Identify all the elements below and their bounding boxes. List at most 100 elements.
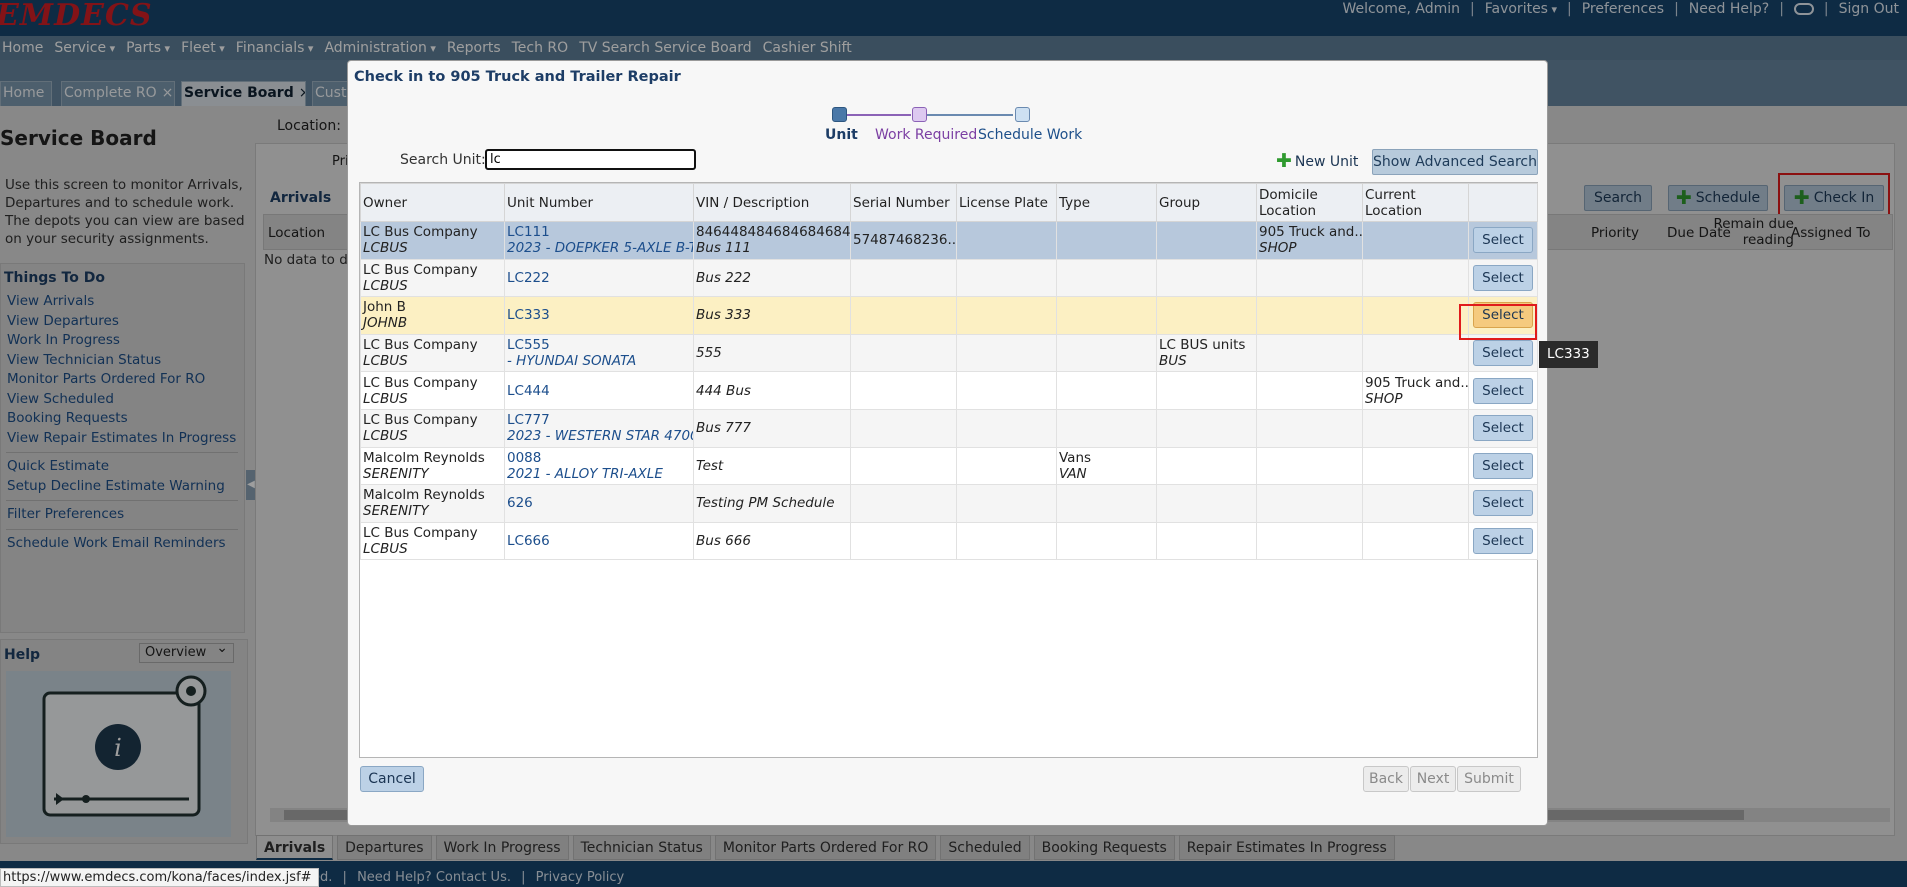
owner-name: LC Bus Company xyxy=(363,337,478,354)
vehicle-description: Test xyxy=(696,457,724,474)
select-button[interactable]: Select xyxy=(1473,227,1533,254)
table-row[interactable]: LC Bus Company LCBUS LC222 Bus 222 Select xyxy=(360,258,1538,298)
search-unit-label: Search Unit: xyxy=(400,152,486,168)
status-bar-url: https://www.emdecs.com/kona/faces/index.… xyxy=(0,868,319,887)
owner-code: LCBUS xyxy=(363,541,408,558)
unit-description: 2023 - WESTERN STAR 4700 xyxy=(507,428,694,445)
back-button[interactable]: Back xyxy=(1363,766,1409,792)
select-button[interactable]: Select xyxy=(1473,264,1533,291)
owner-name: Malcolm Reynolds xyxy=(363,449,485,466)
col-domicile-location[interactable]: Domicile Location xyxy=(1256,183,1363,222)
unit-number-link[interactable]: 626 xyxy=(507,495,691,511)
vehicle-description: Bus 777 xyxy=(696,420,751,437)
table-row[interactable]: Malcolm Reynolds SERENITY 0088 2021 - ALLOY… xyxy=(360,446,1538,486)
vehicle-description: Bus 222 xyxy=(696,269,751,286)
unit-number-link[interactable]: LC777 xyxy=(507,412,691,428)
new-unit-button[interactable]: ✚ New Unit xyxy=(1276,152,1358,171)
select-button[interactable]: Select xyxy=(1473,490,1533,517)
owner-code: LCBUS xyxy=(363,240,408,257)
col-unit-number[interactable]: Unit Number xyxy=(504,183,694,222)
unit-tooltip: LC333 xyxy=(1539,341,1598,368)
unit-number-link[interactable]: LC444 xyxy=(507,383,691,399)
owner-code: LCBUS xyxy=(363,428,408,445)
table-row[interactable]: Malcolm Reynolds SERENITY 626 Testing PM Sc… xyxy=(360,484,1538,523)
step-unit-marker xyxy=(832,107,847,122)
step-work-required-marker xyxy=(912,107,927,122)
col-serial-number[interactable]: Serial Number xyxy=(850,183,957,222)
vehicle-description: Bus 111 xyxy=(696,240,751,257)
table-row[interactable]: LC Bus Company LCBUS LC555 - HYUNDAI SONAT… xyxy=(360,333,1538,373)
unit-description: - HYUNDAI SONATA xyxy=(507,353,637,370)
select-button[interactable]: Select xyxy=(1473,415,1533,442)
select-button[interactable]: Select xyxy=(1473,377,1533,404)
owner-code: JOHNB xyxy=(363,315,408,332)
step-schedule-work-marker xyxy=(1015,107,1030,122)
search-unit-input[interactable] xyxy=(485,149,696,170)
owner-name: John B xyxy=(363,299,406,316)
vin: 8464484846846846844T xyxy=(696,224,851,241)
select-button[interactable]: Select xyxy=(1473,340,1533,367)
step-unit: Unit xyxy=(825,127,858,143)
col-license-plate[interactable]: License Plate xyxy=(956,183,1057,222)
select-button-highlight xyxy=(1459,304,1537,340)
table-row[interactable]: LC Bus Company LCBUS LC444 444 Bus 905 Truck… xyxy=(360,371,1538,410)
col-current-location[interactable]: Current Location xyxy=(1362,183,1469,222)
wizard-steps: Unit Work Required Schedule Work xyxy=(825,105,1082,145)
unit-group-code: BUS xyxy=(1159,353,1187,370)
vehicle-description: 555 xyxy=(696,345,722,362)
submit-button[interactable]: Submit xyxy=(1457,766,1521,792)
unit-number-link[interactable]: LC111 xyxy=(507,224,691,240)
current-location-code: SHOP xyxy=(1365,390,1403,407)
owner-code: SERENITY xyxy=(363,503,429,520)
domicile-code: SHOP xyxy=(1259,240,1297,257)
domicile-location: 905 Truck and... xyxy=(1259,224,1363,241)
plus-icon: ✚ xyxy=(1276,150,1292,172)
owner-code: LCBUS xyxy=(363,277,408,294)
owner-name: LC Bus Company xyxy=(363,261,478,278)
owner-code: SERENITY xyxy=(363,465,429,482)
owner-name: LC Bus Company xyxy=(363,374,478,391)
col-action xyxy=(1468,183,1538,222)
unit-group: LC BUS units xyxy=(1159,337,1246,354)
show-advanced-search-button[interactable]: Show Advanced Search xyxy=(1372,149,1538,175)
select-button[interactable]: Select xyxy=(1473,452,1533,479)
unit-number-link[interactable]: LC666 xyxy=(507,533,691,549)
select-button[interactable]: Select xyxy=(1473,528,1533,555)
col-vin-description[interactable]: VIN / Description xyxy=(693,183,851,222)
owner-name: LC Bus Company xyxy=(363,412,478,429)
unit-description: 2021 - ALLOY TRI-AXLE xyxy=(507,465,663,482)
cancel-button[interactable]: Cancel xyxy=(360,766,424,792)
dialog-title: Check in to 905 Truck and Trailer Repair xyxy=(354,69,681,85)
next-button[interactable]: Next xyxy=(1410,766,1456,792)
col-type[interactable]: Type xyxy=(1056,183,1157,222)
units-table: Owner Unit Number VIN / Description Seri… xyxy=(359,182,1538,758)
unit-number-link[interactable]: LC555 xyxy=(507,337,691,353)
current-location: 905 Truck and... xyxy=(1365,374,1469,391)
unit-description: 2023 - DOEPKER 5-AXLE B-TRAIN xyxy=(507,240,693,257)
table-row[interactable]: LC Bus Company LCBUS LC111 2023 - DOEPKER 5… xyxy=(360,221,1538,260)
owner-code: LCBUS xyxy=(363,390,408,407)
unit-type: Vans xyxy=(1059,449,1092,466)
table-header-row: Owner Unit Number VIN / Description Seri… xyxy=(360,183,1538,222)
vehicle-description: Bus 333 xyxy=(696,307,751,324)
owner-name: LC Bus Company xyxy=(363,224,478,241)
vehicle-description: 444 Bus xyxy=(696,382,751,399)
step-schedule-work: Schedule Work xyxy=(978,127,1083,143)
unit-type-code: VAN xyxy=(1059,465,1087,482)
table-row[interactable]: LC Bus Company LCBUS LC777 2023 - WESTERN S… xyxy=(360,408,1538,448)
col-group[interactable]: Group xyxy=(1156,183,1257,222)
table-row[interactable]: LC Bus Company LCBUS LC666 Bus 666 Select xyxy=(360,521,1538,561)
unit-number-link[interactable]: LC222 xyxy=(507,270,691,286)
step-work-required: Work Required xyxy=(875,127,978,143)
owner-name: LC Bus Company xyxy=(363,525,478,542)
unit-number-link[interactable]: LC333 xyxy=(507,307,691,323)
serial-number: 57487468236... xyxy=(853,232,957,249)
owner-name: Malcolm Reynolds xyxy=(363,487,485,504)
col-owner[interactable]: Owner xyxy=(360,183,505,222)
vehicle-description: Testing PM Schedule xyxy=(696,495,835,512)
units-table-body: LC Bus Company LCBUS LC111 2023 - DOEPKER 5… xyxy=(360,221,1538,561)
unit-number-link[interactable]: 0088 xyxy=(507,450,691,466)
vehicle-description: Bus 666 xyxy=(696,533,751,550)
table-row[interactable]: John B JOHNB LC333 Bus 333 Select xyxy=(360,296,1538,335)
check-in-dialog: Check in to 905 Truck and Trailer Repair… xyxy=(347,60,1548,826)
